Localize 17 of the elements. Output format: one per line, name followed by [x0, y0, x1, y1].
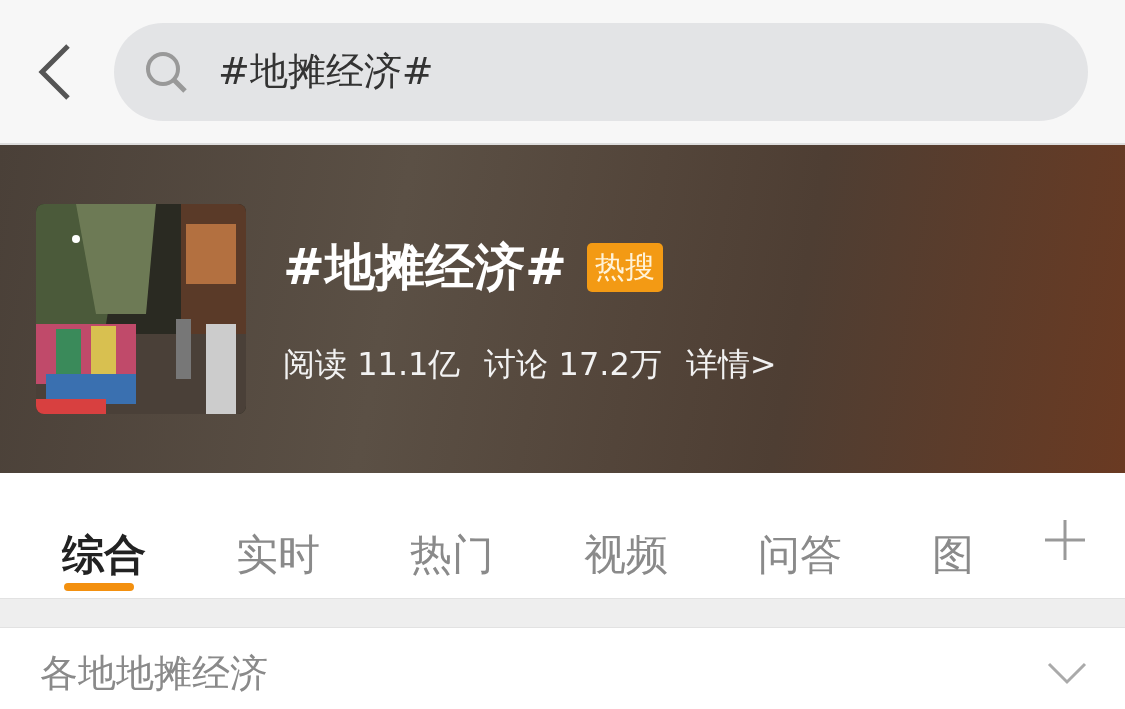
search-input[interactable]: #地摊经济#: [218, 49, 718, 94]
chevron-icon[interactable]: [1047, 661, 1087, 685]
search-icon: [144, 49, 188, 94]
add-icon[interactable]: [1045, 520, 1085, 560]
tab[interactable]: 综合: [56, 473, 230, 598]
tab[interactable]: 热门: [404, 473, 578, 598]
topic-stat: 讨论 17.2万: [484, 343, 662, 385]
topic-title: #地摊经济#: [283, 236, 567, 298]
section-title: 各地地摊经济: [40, 649, 268, 697]
tab[interactable]: 视频: [578, 473, 752, 598]
topic-stat: 阅读 11.1亿: [283, 343, 461, 385]
tab[interactable]: 图: [926, 473, 1100, 598]
hot-search-badge: 热搜: [586, 242, 663, 292]
details-link[interactable]: 详情>: [685, 342, 777, 387]
tab[interactable]: 实时: [230, 473, 404, 598]
back-icon[interactable]: [36, 41, 72, 102]
tab[interactable]: 问答: [752, 473, 926, 598]
